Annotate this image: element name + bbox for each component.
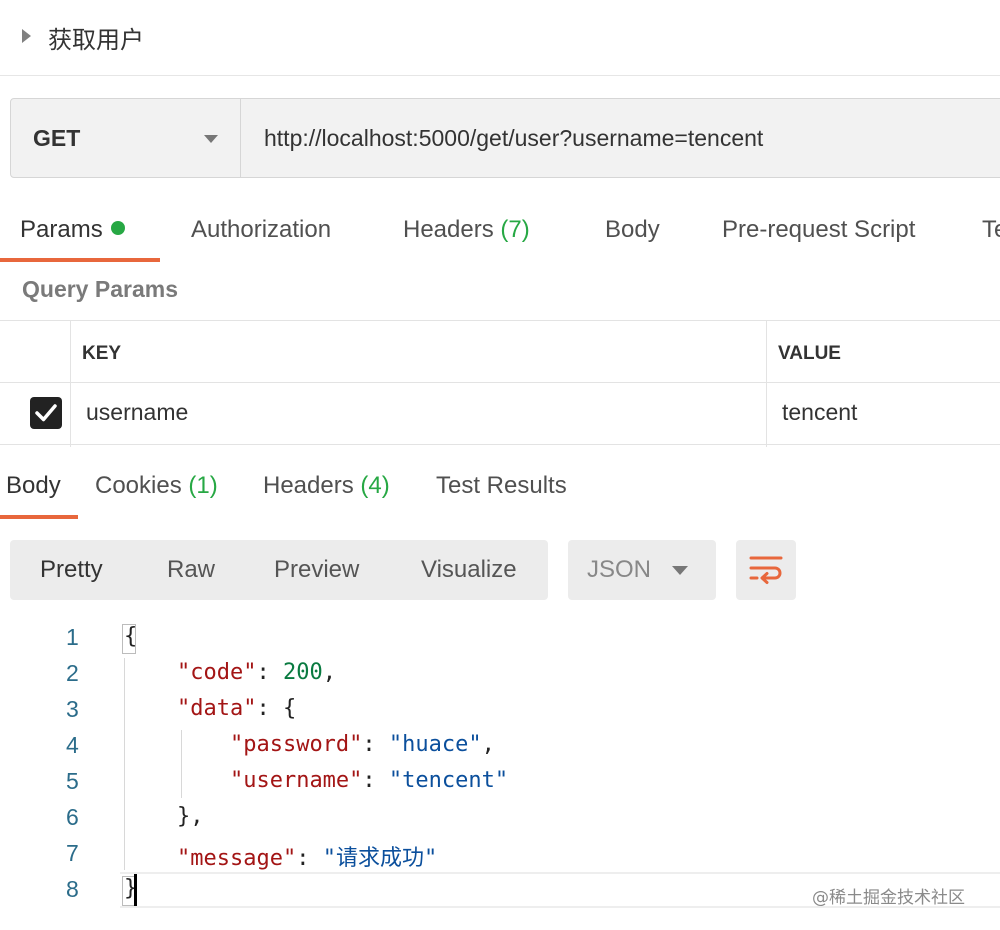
tab-test-results-label: Test Results — [436, 472, 567, 499]
tab-cookies-count: (1) — [188, 472, 218, 499]
code-line: "data": { — [176, 696, 297, 721]
param-enabled-checkbox[interactable] — [30, 397, 62, 429]
line-number: 6 — [66, 804, 79, 830]
tab-response-headers-count: (4) — [360, 472, 390, 499]
tab-cookies[interactable]: Cookies (1) — [95, 472, 218, 500]
tab-headers-label: Headers — [403, 216, 494, 243]
code-line: "password": "huace", — [229, 732, 495, 757]
checkmark-icon — [35, 404, 57, 422]
json-number: 200 — [282, 660, 323, 685]
table-row: username tencent — [0, 383, 1000, 445]
json-string: "tencent" — [388, 768, 509, 793]
url-input[interactable] — [242, 99, 1000, 177]
method-select[interactable]: GET — [11, 99, 241, 177]
tab-params-label: Params — [20, 216, 103, 243]
code-line: "message": "请求成功" — [176, 846, 438, 871]
view-preview[interactable]: Preview — [274, 556, 359, 584]
params-active-dot — [110, 221, 125, 235]
method-label: GET — [33, 125, 81, 151]
tab-tests[interactable]: Te — [982, 216, 1000, 244]
punct: { — [124, 624, 138, 649]
line-number: 1 — [66, 624, 79, 650]
text-cursor — [134, 874, 137, 906]
view-mode-group: Pretty Raw Preview Visualize — [10, 540, 548, 600]
json-key: "message" — [176, 846, 297, 871]
tab-headers-count: (7) — [500, 216, 530, 243]
punct: }, — [176, 804, 204, 829]
tab-response-body-label: Body — [6, 472, 61, 499]
tab-authorization[interactable]: Authorization — [191, 216, 331, 244]
format-label: JSON — [587, 556, 652, 583]
line-number: 4 — [66, 732, 79, 758]
tab-response-headers[interactable]: Headers (4) — [263, 472, 390, 500]
param-value-cell[interactable]: tencent — [782, 399, 857, 426]
collapse-caret-icon[interactable] — [22, 29, 31, 43]
tab-response-body[interactable]: Body — [6, 472, 61, 500]
indent-guide — [124, 658, 125, 870]
active-response-tab-underline — [0, 515, 78, 519]
json-key: "password" — [229, 732, 363, 757]
request-tabs: Params Authorization Headers (7) Body Pr… — [0, 206, 1000, 264]
response-body-editor[interactable]: 1 2 3 4 5 6 7 8 { "code": 200, "data": {… — [0, 618, 1000, 918]
json-key: "data" — [176, 696, 257, 721]
code-line: { — [124, 624, 137, 649]
tab-tests-label: Te — [982, 216, 1000, 243]
params-table: KEY VALUE username tencent — [0, 320, 1000, 447]
tab-body-label: Body — [605, 216, 660, 243]
param-key-cell[interactable]: username — [86, 399, 188, 426]
line-number: 2 — [66, 660, 79, 686]
line-number: 8 — [66, 876, 79, 902]
key-column-header: KEY — [82, 343, 122, 364]
code-line: }, — [124, 804, 204, 829]
tab-pre-request-label: Pre-request Script — [722, 216, 916, 243]
value-column-header: VALUE — [778, 343, 841, 364]
url-bar: GET — [10, 98, 1000, 178]
tab-cookies-label: Cookies — [95, 472, 182, 499]
view-raw[interactable]: Raw — [167, 556, 215, 584]
chevron-down-icon — [204, 135, 218, 143]
query-params-title: Query Params — [22, 276, 178, 302]
code-line: "username": "tencent" — [229, 768, 509, 793]
json-string: "huace" — [388, 732, 482, 757]
response-tabs: Body Cookies (1) Headers (4) Test Result… — [0, 460, 1000, 520]
table-header-row: KEY VALUE — [0, 321, 1000, 383]
column-divider — [766, 321, 767, 447]
tab-response-headers-label: Headers — [263, 472, 354, 499]
tab-authorization-label: Authorization — [191, 216, 332, 243]
json-key: "username" — [229, 768, 363, 793]
format-select[interactable]: JSON — [568, 540, 716, 600]
tab-test-results[interactable]: Test Results — [436, 472, 567, 500]
tab-params[interactable]: Params — [20, 216, 125, 244]
json-string: "请求成功" — [322, 846, 438, 871]
tab-pre-request-script[interactable]: Pre-request Script — [722, 216, 915, 244]
view-visualize[interactable]: Visualize — [421, 556, 517, 584]
active-tab-underline — [0, 258, 160, 262]
tab-headers[interactable]: Headers (7) — [403, 216, 530, 244]
chevron-down-icon — [672, 566, 688, 575]
view-pretty[interactable]: Pretty — [40, 556, 103, 584]
line-number: 7 — [66, 840, 79, 866]
wrap-lines-button[interactable] — [736, 540, 796, 600]
json-key: "code" — [176, 660, 257, 685]
code-line: "code": 200, — [176, 660, 336, 685]
watermark: @稀土掘金技术社区 — [812, 888, 965, 908]
request-title-bar: 获取用户 — [0, 0, 1000, 76]
line-number: 3 — [66, 696, 79, 722]
column-divider — [70, 321, 71, 447]
tab-body[interactable]: Body — [605, 216, 660, 244]
wrap-lines-icon — [749, 556, 783, 584]
line-number: 5 — [66, 768, 79, 794]
request-name[interactable]: 获取用户 — [48, 20, 144, 55]
